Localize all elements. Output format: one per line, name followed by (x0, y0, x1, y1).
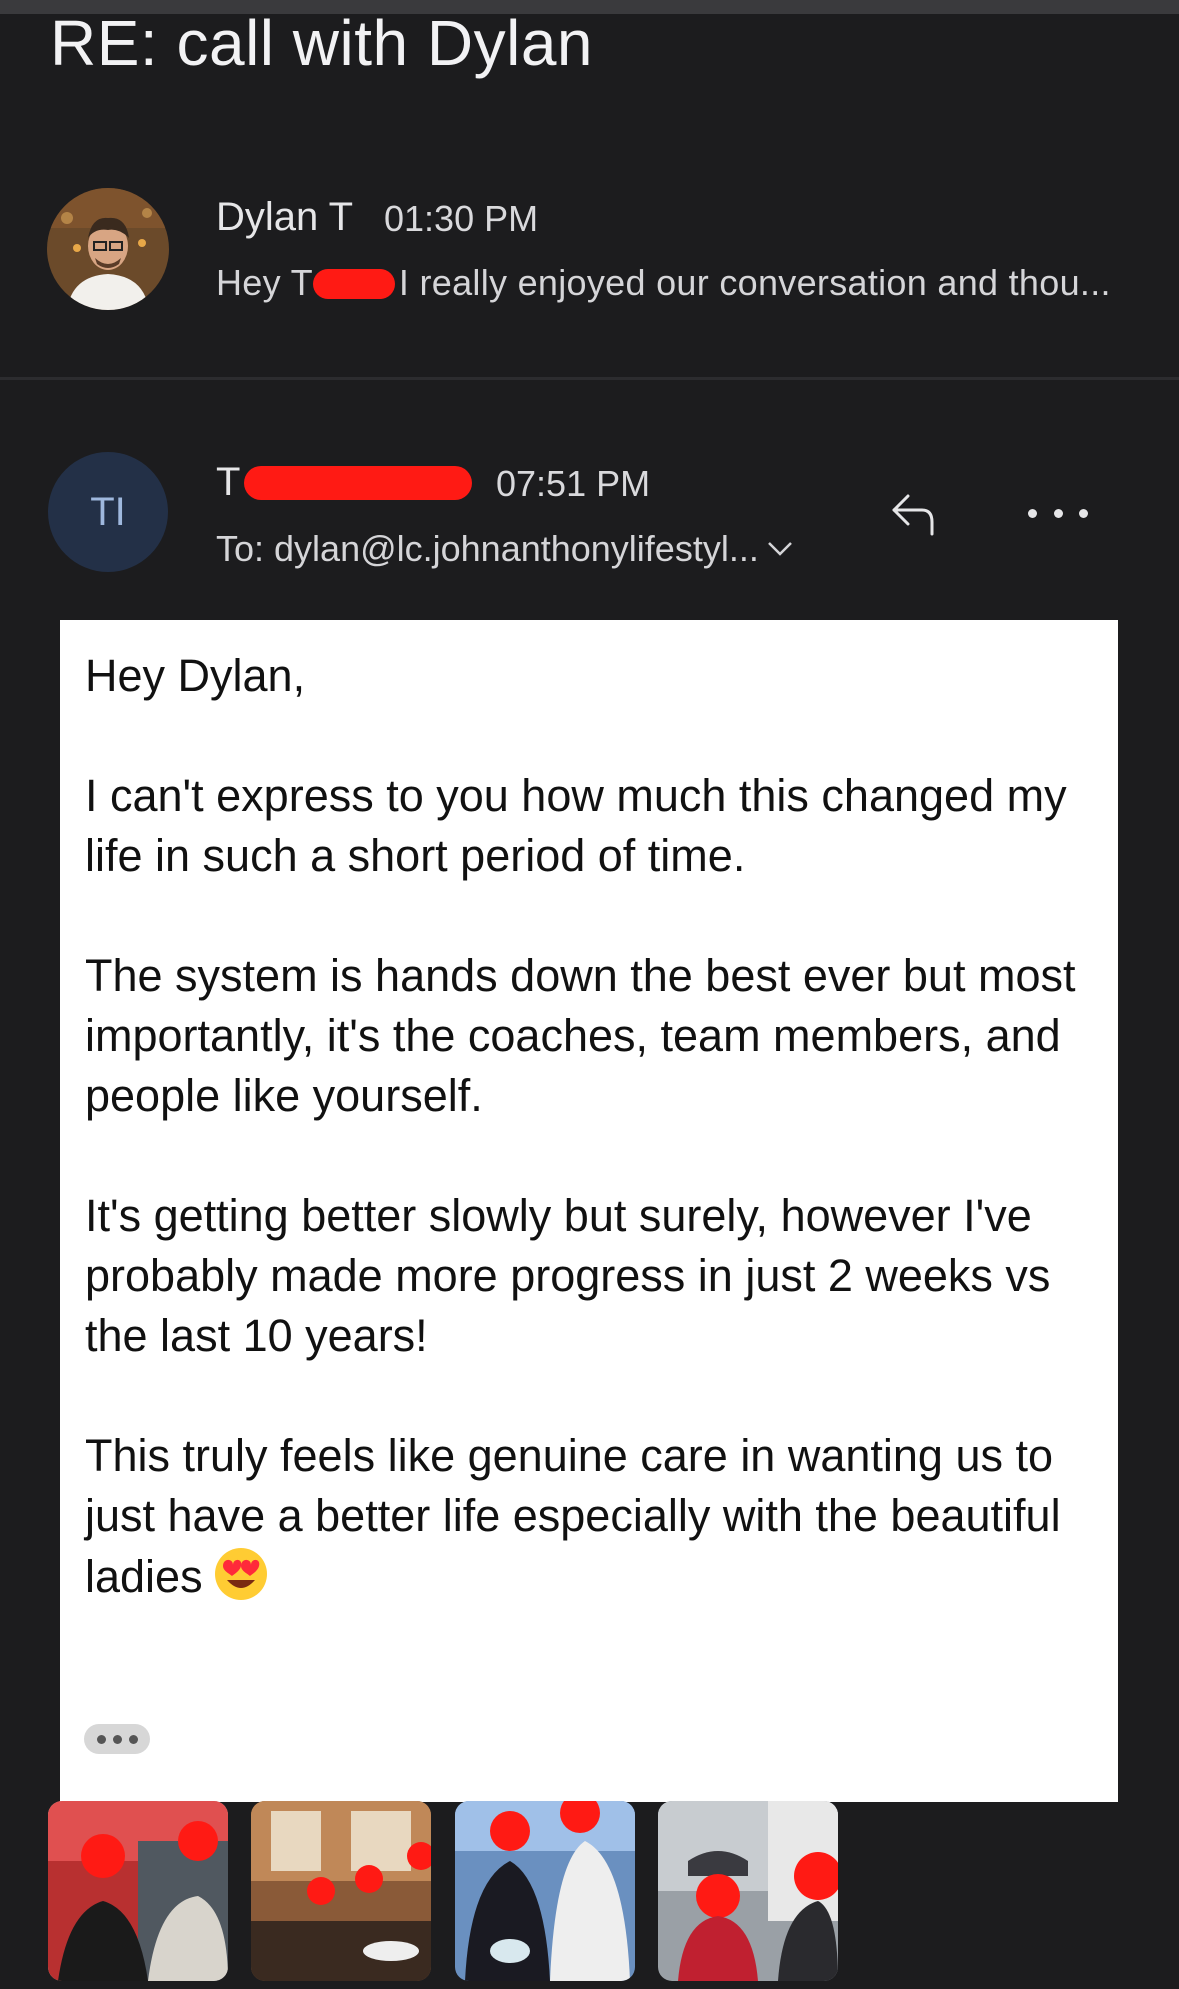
attachment-photo-1[interactable] (48, 1801, 228, 1981)
attachment-photo-2[interactable] (251, 1801, 431, 1981)
message1-preview-start: Hey T (216, 262, 313, 303)
message1-preview-rest: I really enjoyed our conversation and th… (398, 262, 1111, 303)
body-paragraph-4: This truly feels like genuine care in wa… (85, 1426, 1105, 1617)
show-quoted-text-button[interactable] (84, 1724, 150, 1754)
message1-time: 01:30 PM (384, 198, 539, 239)
sender-avatar-photo[interactable] (47, 188, 169, 310)
redaction-mark (312, 269, 395, 299)
heart-eyes-emoji-icon (213, 1546, 269, 1617)
recipient-text: To: dylan@lc.johnanthonylifestyl... (216, 528, 759, 569)
message-divider (0, 377, 1179, 380)
more-options-button[interactable] (1028, 498, 1088, 528)
body-paragraph-2: The system is hands down the best ever b… (85, 950, 1076, 1121)
redaction-mark (244, 466, 472, 500)
message1-sender: Dylan T (216, 195, 354, 239)
sender-avatar-initials[interactable]: TI (48, 452, 168, 572)
message2-time: 07:51 PM (496, 463, 651, 504)
body-greeting: Hey Dylan, (85, 650, 306, 701)
more-dots-icon (1028, 508, 1037, 518)
reply-icon (892, 494, 934, 536)
body-paragraph-3: It's getting better slowly but surely, h… (85, 1190, 1051, 1361)
reply-button[interactable] (886, 484, 946, 544)
chevron-down-icon[interactable] (767, 540, 793, 558)
thread-subject: RE: call with Dylan (50, 7, 593, 79)
message2-sender: T (216, 460, 241, 504)
attachment-photo-4[interactable] (658, 1801, 838, 1981)
message1-preview[interactable]: Hey T I really enjoyed our conversation a… (216, 262, 1111, 304)
recipient-line[interactable]: To: dylan@lc.johnanthonylifestyl... (216, 528, 793, 570)
message-body: Hey Dylan, I can't express to you how mu… (85, 646, 1105, 1677)
attachment-photo-3[interactable] (455, 1801, 635, 1981)
body-paragraph-1: I can't express to you how much this cha… (85, 770, 1067, 881)
